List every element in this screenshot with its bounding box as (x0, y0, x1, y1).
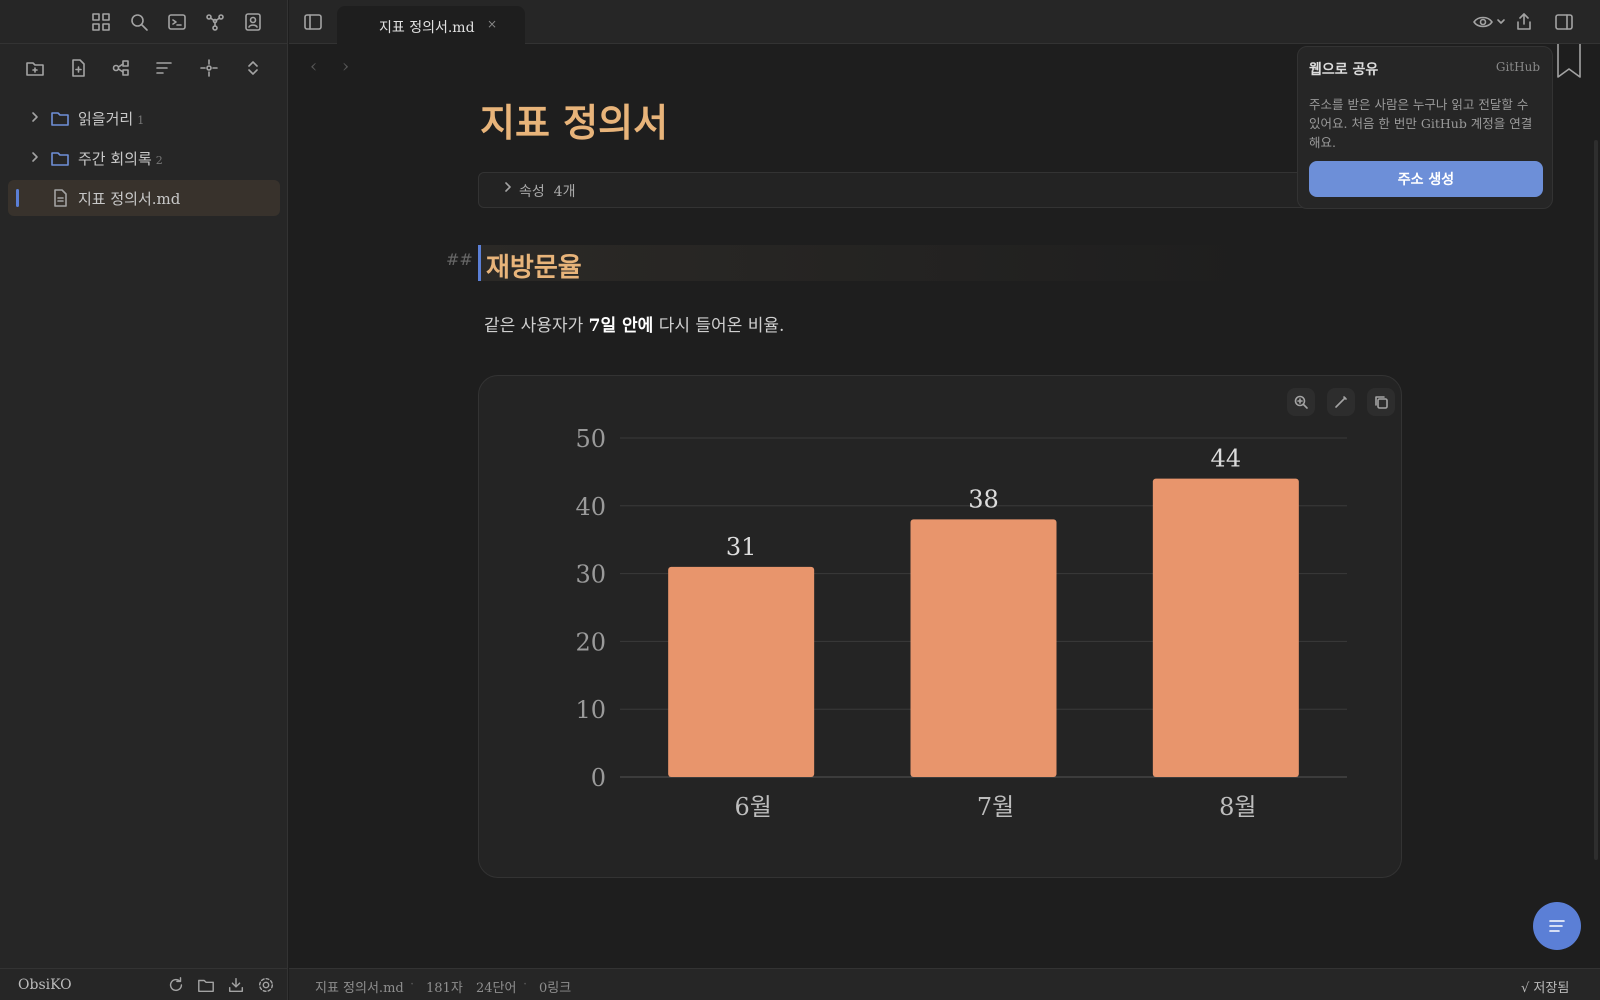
tab-title: 지표 정의서.md (379, 20, 475, 36)
graph-view-icon[interactable] (109, 56, 133, 80)
right-sidebar-toggle-icon[interactable] (1552, 10, 1576, 34)
list-icon (1546, 915, 1568, 937)
folder-icon (50, 148, 70, 168)
layout-grid-icon[interactable] (89, 10, 113, 34)
focus-icon[interactable] (197, 56, 221, 80)
share-popup-title: 웹으로 공유 (1309, 62, 1379, 78)
status-saved: √ 저장됨 (1521, 981, 1570, 996)
status-char-count: 181자 (426, 981, 463, 996)
reading-view-icon[interactable] (1472, 10, 1508, 34)
item-count: 1 (137, 114, 145, 127)
sidebar-item-label: 읽을거리 (78, 110, 134, 128)
file-icon (50, 188, 70, 208)
bar (1152, 478, 1299, 777)
paragraph-text: 같은 사용자가 (484, 316, 589, 336)
sidebar-item-label: 주간 회의록 (78, 150, 152, 168)
heading-marker: ## (446, 250, 473, 269)
file-sidebar: 읽을거리 1 주간 회의록 2 지표 정의서.md ObsiKO (0, 0, 288, 1000)
file-explorer-toolbar (0, 52, 288, 84)
expand-collapse-icon[interactable] (241, 56, 265, 80)
refresh-icon[interactable] (166, 975, 186, 995)
y-tick-label: 20 (575, 628, 606, 656)
contact-icon[interactable] (241, 10, 265, 34)
folder-icon[interactable] (196, 975, 216, 995)
data-label: 44 (1211, 445, 1242, 473)
share-description: 주소를 받은 사람은 누구나 읽고 전달할 수 있어요. 처음 한 번만 Git… (1309, 97, 1533, 150)
scrollbar[interactable] (1594, 140, 1598, 860)
bar (668, 566, 815, 777)
y-tick-label: 30 (575, 561, 606, 589)
active-indicator (16, 189, 19, 207)
search-icon[interactable] (127, 10, 151, 34)
sort-icon[interactable] (152, 56, 176, 80)
sidebar-item-file-active[interactable]: 지표 정의서.md (8, 180, 280, 216)
vault-name[interactable]: ObsiKO (18, 977, 72, 993)
y-tick-label: 40 (575, 493, 606, 521)
tab-close-button[interactable]: × (487, 17, 497, 31)
x-tick-label: 7월 (977, 793, 1014, 821)
paragraph-text: 다시 들어온 비율. (653, 316, 785, 336)
heading-2[interactable]: 재방문율 (486, 247, 582, 284)
status-separator: · (523, 977, 528, 992)
nav-back-button[interactable]: ‹ (310, 56, 317, 77)
settings-icon[interactable] (256, 975, 276, 995)
share-popup: 웹으로 공유 GitHub 주소를 받은 사람은 누구나 읽고 전달할 수 있어… (1297, 46, 1553, 209)
chevron-right-icon (501, 180, 515, 194)
status-file-name: 지표 정의서.md (315, 981, 404, 996)
graph-icon[interactable] (203, 10, 227, 34)
sidebar-toggle-icon[interactable] (301, 10, 325, 34)
sidebar-item-label: 지표 정의서.md (78, 190, 181, 208)
y-tick-label: 0 (591, 764, 606, 792)
x-tick-label: 8월 (1219, 793, 1256, 821)
generate-link-button[interactable]: 주소 생성 (1309, 161, 1543, 197)
data-label: 38 (968, 485, 999, 513)
page-title: 지표 정의서 (480, 100, 669, 145)
chart-block: 0 10 20 30 40 50 31 6월 38 7월 44 8월 (478, 375, 1402, 878)
status-bar: 지표 정의서.md · 181자 · 24단어 · 0링크 √ 저장됨 (289, 968, 1600, 1000)
paragraph[interactable]: 같은 사용자가 7일 안에 다시 들어온 비율. (484, 311, 784, 336)
tab-bar: 지표 정의서.md × (289, 0, 1600, 44)
new-file-icon[interactable] (66, 56, 90, 80)
status-word-count: 24단어 (476, 981, 517, 996)
data-label: 31 (726, 533, 757, 561)
terminal-icon[interactable] (165, 10, 189, 34)
status-link-count: 0링크 (539, 981, 572, 996)
share-icon[interactable] (1512, 10, 1536, 34)
share-provider: GitHub (1495, 60, 1540, 74)
outline-button[interactable] (1533, 902, 1581, 950)
bookmark-icon[interactable] (1555, 44, 1583, 80)
sidebar-item-folder-weekly[interactable]: 주간 회의록 2 (8, 140, 280, 176)
folder-icon (50, 108, 70, 128)
bar-chart: 0 10 20 30 40 50 31 6월 38 7월 44 8월 (575, 425, 1347, 821)
sidebar-item-folder-reading[interactable]: 읽을거리 1 (8, 100, 280, 136)
chevron-right-icon (28, 150, 42, 164)
chevron-right-icon (28, 110, 42, 124)
properties-label: 속성 4개 (519, 184, 576, 200)
properties-block[interactable]: 속성 4개 (478, 172, 1313, 208)
new-folder-icon[interactable] (23, 56, 47, 80)
item-count: 2 (155, 154, 163, 167)
y-tick-label: 10 (575, 696, 606, 724)
x-tick-label: 6월 (734, 793, 771, 821)
download-icon[interactable] (226, 975, 246, 995)
y-tick-label: 50 (575, 425, 606, 453)
sidebar-ribbon (0, 0, 288, 44)
nav-forward-button[interactable]: › (342, 56, 349, 77)
tab-active-file[interactable]: 지표 정의서.md × (337, 6, 525, 44)
bar (910, 519, 1057, 777)
active-line-highlight (478, 245, 1258, 281)
status-separator: · (410, 977, 415, 992)
paragraph-bold: 7일 안에 (588, 316, 654, 336)
status-separator: · (459, 977, 464, 992)
sidebar-footer: ObsiKO (0, 968, 288, 1000)
